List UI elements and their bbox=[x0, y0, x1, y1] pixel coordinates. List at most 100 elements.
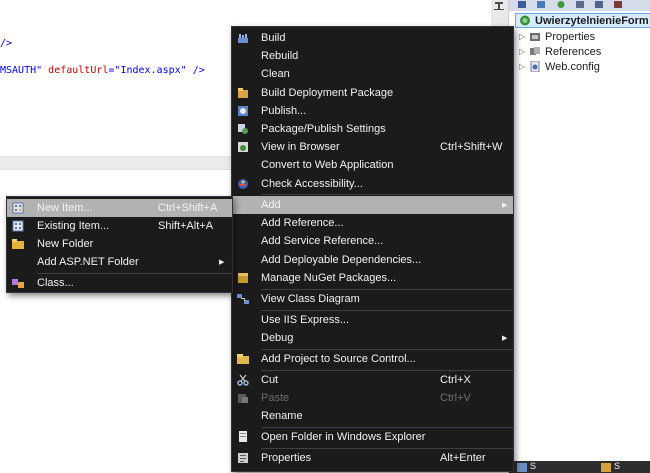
existing-item-icon bbox=[12, 220, 24, 232]
menu-item-check-accessibility[interactable]: Check Accessibility... bbox=[232, 175, 513, 193]
menu-item-label: Existing Item... bbox=[37, 220, 110, 232]
collapse-icon[interactable] bbox=[575, 0, 585, 9]
menu-item-label: Publish... bbox=[261, 105, 307, 117]
menu-item-shortcut: Ctrl+Shift+A bbox=[158, 202, 218, 214]
class-diagram-icon bbox=[237, 294, 249, 304]
code-token: MSAUTH" bbox=[0, 65, 49, 76]
nuget-icon bbox=[238, 273, 248, 283]
submenu-item-new-item[interactable]: New Item... Ctrl+Shift+A bbox=[7, 199, 232, 217]
menu-item-label: Convert to Web Application bbox=[261, 159, 394, 171]
folder-open-icon bbox=[239, 431, 247, 442]
menu-item-label: Class... bbox=[37, 277, 74, 289]
menu-item-label: Build Deployment Package bbox=[261, 87, 394, 99]
menu-item-open-folder-in-windows-explorer[interactable]: Open Folder in Windows Explorer bbox=[232, 428, 513, 446]
browser-icon bbox=[238, 142, 248, 152]
properties-toolbar-icon[interactable] bbox=[613, 0, 623, 9]
menu-item-view-class-diagram[interactable]: View Class Diagram bbox=[232, 290, 513, 308]
add-submenu: New Item... Ctrl+Shift+A Existing Item..… bbox=[6, 196, 233, 293]
sync-icon[interactable] bbox=[536, 0, 546, 9]
expand-arrow-icon[interactable]: ▷ bbox=[519, 32, 529, 41]
menu-item-properties[interactable]: Properties Alt+Enter bbox=[232, 449, 513, 467]
code-token: /> bbox=[0, 38, 13, 49]
code-token: =" bbox=[108, 65, 121, 76]
new-item-icon bbox=[12, 202, 24, 214]
menu-item-label: New Folder bbox=[37, 238, 94, 250]
menu-item-debug[interactable]: Debug ▶ bbox=[232, 329, 513, 347]
menu-item-clean[interactable]: Clean bbox=[232, 65, 513, 83]
menu-item-label: Use IIS Express... bbox=[261, 314, 350, 326]
menu-item-shortcut: Ctrl+V bbox=[440, 392, 471, 404]
menu-item-label: Add ASP.NET Folder bbox=[37, 256, 139, 268]
menu-item-use-iis-express[interactable]: Use IIS Express... bbox=[232, 311, 513, 329]
submenu-arrow-icon: ▶ bbox=[502, 335, 508, 342]
menu-item-add-project-to-source-control[interactable]: Add Project to Source Control... bbox=[232, 350, 513, 368]
paste-icon bbox=[238, 394, 248, 403]
code-line-2: MSAUTH" defaultUrl="Index.aspx" /> bbox=[0, 65, 205, 76]
expand-arrow-icon[interactable]: ▷ bbox=[519, 47, 529, 56]
web-project-icon bbox=[520, 15, 530, 26]
menu-item-convert-to-web-application[interactable]: Convert to Web Application bbox=[232, 156, 513, 174]
menu-item-label: Properties bbox=[261, 452, 312, 464]
menu-item-view-in-browser[interactable]: View in Browser Ctrl+Shift+W bbox=[232, 138, 513, 156]
menu-item-package-publish-settings[interactable]: Package/Publish Settings bbox=[232, 120, 513, 138]
code-line-1: /> bbox=[0, 38, 12, 49]
menu-item-paste[interactable]: Paste Ctrl+V bbox=[232, 389, 513, 407]
settings-icon bbox=[238, 124, 248, 134]
menu-item-manage-nuget-packages[interactable]: Manage NuGet Packages... bbox=[232, 269, 513, 287]
menu-item-cut[interactable]: Cut Ctrl+X bbox=[232, 371, 513, 389]
menu-item-add-deployable-dependencies[interactable]: Add Deployable Dependencies... bbox=[232, 251, 513, 269]
menu-item-label: Rebuild bbox=[261, 50, 299, 62]
menu-item-label: Rename bbox=[261, 410, 303, 422]
submenu-item-add-aspnet-folder[interactable]: Add ASP.NET Folder ▶ bbox=[7, 253, 232, 271]
menu-item-add-reference[interactable]: Add Reference... bbox=[232, 214, 513, 232]
submenu-item-existing-item[interactable]: Existing Item... Shift+Alt+A bbox=[7, 217, 232, 235]
class-icon bbox=[12, 279, 24, 288]
home-icon[interactable] bbox=[517, 0, 527, 9]
expand-arrow-icon[interactable]: ▷ bbox=[519, 62, 529, 71]
menu-item-label: Paste bbox=[261, 392, 290, 404]
menu-item-rename[interactable]: Rename bbox=[232, 407, 513, 425]
project-name: UwierzytelnienieForm bbox=[535, 14, 649, 27]
menu-item-label: Debug bbox=[261, 332, 294, 344]
project-node[interactable]: UwierzytelnienieForm bbox=[515, 13, 650, 28]
menu-item-label: View in Browser bbox=[261, 141, 340, 153]
bottom-tab-label[interactable]: S bbox=[614, 461, 620, 471]
menu-item-label: Check Accessibility... bbox=[261, 178, 363, 190]
tree-item-properties[interactable]: ▷ Properties bbox=[519, 29, 595, 44]
menu-item-add[interactable]: Add ▶ bbox=[232, 196, 513, 214]
project-context-menu: Build Rebuild Clean Build Deployment Pac… bbox=[231, 26, 514, 472]
menu-item-label: Add Deployable Dependencies... bbox=[261, 254, 422, 266]
menu-item-label: Clean bbox=[261, 68, 290, 80]
accessibility-icon bbox=[238, 179, 248, 189]
refresh-icon[interactable] bbox=[556, 0, 566, 9]
scissors-icon bbox=[237, 374, 249, 386]
menu-item-label: Package/Publish Settings bbox=[261, 123, 386, 135]
submenu-item-class[interactable]: Class... bbox=[7, 274, 232, 292]
menu-item-rebuild[interactable]: Rebuild bbox=[232, 47, 513, 65]
tree-item-references[interactable]: ▷ References bbox=[519, 44, 601, 59]
menu-item-build[interactable]: Build bbox=[232, 29, 513, 47]
package-icon bbox=[238, 88, 248, 98]
menu-item-label: Add Project to Source Control... bbox=[261, 353, 416, 365]
tree-item-web-config[interactable]: ▷ Web.config bbox=[519, 59, 600, 74]
menu-item-label: Manage NuGet Packages... bbox=[261, 272, 397, 284]
menu-item-label: Add Service Reference... bbox=[261, 235, 384, 247]
server-explorer-tab-icon bbox=[601, 463, 611, 472]
config-file-icon bbox=[530, 61, 540, 72]
show-all-icon[interactable] bbox=[594, 0, 604, 9]
code-token: Index.aspx bbox=[120, 65, 181, 76]
menu-item-shortcut: Ctrl+Shift+W bbox=[440, 141, 503, 153]
submenu-item-new-folder[interactable]: New Folder bbox=[7, 235, 232, 253]
menu-item-build-deployment-package[interactable]: Build Deployment Package bbox=[232, 84, 513, 102]
submenu-arrow-icon: ▶ bbox=[219, 259, 225, 266]
tree-item-label: References bbox=[545, 45, 602, 58]
bottom-tab-label[interactable]: S bbox=[530, 461, 536, 471]
references-icon bbox=[530, 47, 540, 55]
menu-item-label: View Class Diagram bbox=[261, 293, 360, 305]
menu-item-publish[interactable]: Publish... bbox=[232, 102, 513, 120]
solution-explorer-bottom-tabs: S S bbox=[509, 461, 650, 473]
tree-item-label: Web.config bbox=[545, 60, 600, 73]
solution-explorer: UwierzytelnienieForm ▷ Properties ▷ Refe… bbox=[508, 0, 650, 473]
menu-item-add-service-reference[interactable]: Add Service Reference... bbox=[232, 232, 513, 250]
menu-separator bbox=[261, 194, 513, 195]
